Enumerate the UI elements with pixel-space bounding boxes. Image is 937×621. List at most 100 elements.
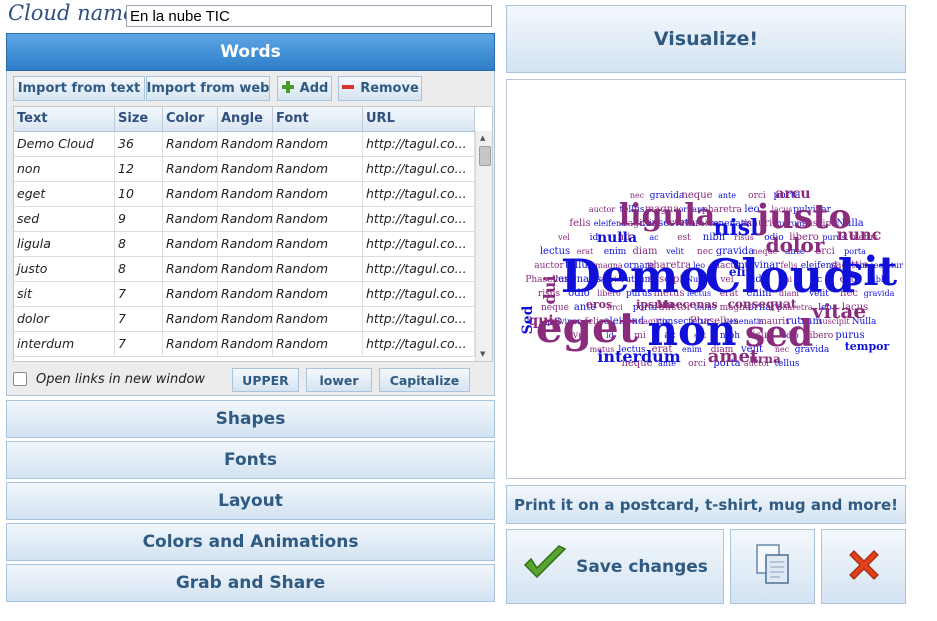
table-cell[interactable]: Random [273, 132, 363, 156]
table-cell[interactable]: Random [273, 257, 363, 281]
table-row[interactable]: sed 9 Random Random Random http://tagul.co... [14, 207, 475, 232]
table-cell[interactable]: non [14, 157, 115, 181]
visualize-button[interactable]: Visualize! [506, 5, 906, 73]
shapes-panel-header[interactable]: Shapes [6, 400, 495, 438]
table-cell[interactable]: 12 [115, 157, 163, 181]
copy-button[interactable] [730, 529, 815, 604]
import-from-text-button[interactable]: Import from text [13, 76, 145, 101]
table-row[interactable]: dolor 7 Random Random Random http://tagul.co.… [14, 307, 475, 332]
table-cell[interactable]: justo [14, 257, 115, 281]
cloud-word: nisl [713, 215, 758, 241]
table-cell[interactable]: http://tagul.co... [363, 307, 475, 331]
table-row[interactable]: sit 7 Random Random Random http://tagul.co... [14, 282, 475, 307]
cloud-word: tempor [845, 340, 890, 353]
table-cell[interactable]: Random [273, 232, 363, 256]
column-header[interactable]: Text [14, 107, 115, 131]
words-panel-header[interactable]: Words [6, 33, 495, 71]
colors-animations-panel-header[interactable]: Colors and Animations [6, 523, 495, 561]
add-button[interactable]: Add [277, 76, 332, 101]
table-cell[interactable]: Random [218, 332, 273, 356]
table-cell[interactable]: 10 [115, 182, 163, 206]
table-cell[interactable]: Random [273, 307, 363, 331]
table-cell[interactable]: Random [273, 182, 363, 206]
table-cell[interactable]: Random [163, 232, 218, 256]
remove-button[interactable]: Remove [338, 76, 422, 101]
table-cell[interactable]: 7 [115, 282, 163, 306]
table-cell[interactable]: Random [273, 157, 363, 181]
table-cell[interactable]: eget [14, 182, 115, 206]
table-cell[interactable]: Random [163, 207, 218, 231]
word-cloud-image[interactable]: nec gravidaneque ante orci portaauctor tellus… [507, 80, 905, 478]
table-cell[interactable]: Random [163, 307, 218, 331]
table-cell[interactable]: Random [163, 157, 218, 181]
cloud-word: nulla [597, 230, 637, 246]
table-cell[interactable]: 8 [115, 232, 163, 256]
table-scrollbar[interactable]: ▲ ▼ [475, 131, 492, 361]
table-row[interactable]: interdum 7 Random Random Random http://tagul.… [14, 332, 475, 357]
table-row[interactable]: ligula 8 Random Random Random http://tagul.co… [14, 232, 475, 257]
table-cell[interactable]: Random [163, 182, 218, 206]
table-cell[interactable]: http://tagul.co... [363, 132, 475, 156]
table-row[interactable]: justo 8 Random Random Random http://tagul.co.… [14, 257, 475, 282]
table-cell[interactable]: Random [273, 282, 363, 306]
column-header[interactable]: URL [363, 107, 475, 131]
table-row[interactable]: Demo Cloud 36 Random Random Random http://tag… [14, 132, 475, 157]
table-cell[interactable]: http://tagul.co... [363, 207, 475, 231]
table-cell[interactable]: Random [218, 282, 273, 306]
table-cell[interactable]: http://tagul.co... [363, 282, 475, 306]
table-cell[interactable]: Random [218, 307, 273, 331]
table-cell[interactable]: Random [273, 332, 363, 356]
grab-and-share-panel-header[interactable]: Grab and Share [6, 564, 495, 602]
scroll-down-icon[interactable]: ▼ [480, 350, 485, 358]
table-cell[interactable]: http://tagul.co... [363, 332, 475, 356]
table-cell[interactable]: sed [14, 207, 115, 231]
capitalize-button[interactable]: Capitalize [379, 368, 470, 392]
table-cell[interactable]: http://tagul.co... [363, 257, 475, 281]
table-cell[interactable]: 36 [115, 132, 163, 156]
table-cell[interactable]: http://tagul.co... [363, 157, 475, 181]
table-cell[interactable]: 9 [115, 207, 163, 231]
table-row[interactable]: non 12 Random Random Random http://tagul.co..… [14, 157, 475, 182]
column-header[interactable]: Color [163, 107, 218, 131]
table-cell[interactable]: Random [273, 207, 363, 231]
table-cell[interactable]: ligula [14, 232, 115, 256]
table-cell[interactable]: 7 [115, 332, 163, 356]
table-cell[interactable]: interdum [14, 332, 115, 356]
cloud-word: ipsum [636, 298, 674, 311]
delete-button[interactable] [821, 529, 906, 604]
table-cell[interactable]: Random [218, 257, 273, 281]
table-cell[interactable]: sit [14, 282, 115, 306]
table-cell[interactable]: dolor [14, 307, 115, 331]
table-cell[interactable]: Random [218, 132, 273, 156]
upper-button[interactable]: UPPER [232, 368, 299, 392]
table-cell[interactable]: Random [218, 157, 273, 181]
table-cell[interactable]: Random [163, 132, 218, 156]
print-merch-button[interactable]: Print it on a postcard, t-shirt, mug and… [506, 485, 906, 524]
open-links-checkbox[interactable] [13, 372, 27, 386]
table-cell[interactable]: Random [218, 232, 273, 256]
table-cell[interactable]: Random [163, 332, 218, 356]
table-row[interactable]: eget 10 Random Random Random http://tagul.co.… [14, 182, 475, 207]
cloud-name-input[interactable] [126, 5, 492, 27]
scroll-thumb[interactable] [479, 146, 491, 166]
fonts-panel-header[interactable]: Fonts [6, 441, 495, 479]
cloud-word: felis [569, 218, 590, 229]
scroll-up-icon[interactable]: ▲ [480, 134, 485, 142]
table-cell[interactable]: Random [218, 182, 273, 206]
cloud-preview[interactable]: nec gravida neque ante orci porta auctor tellus… [506, 79, 906, 479]
table-cell[interactable]: Demo Cloud [14, 132, 115, 156]
table-cell[interactable]: Random [218, 207, 273, 231]
column-header[interactable]: Size [115, 107, 163, 131]
table-cell[interactable]: 7 [115, 307, 163, 331]
table-cell[interactable]: Random [163, 257, 218, 281]
column-header[interactable]: Font [273, 107, 363, 131]
table-cell[interactable]: 8 [115, 257, 163, 281]
import-from-web-button[interactable]: Import from web [146, 76, 270, 101]
table-cell[interactable]: http://tagul.co... [363, 232, 475, 256]
table-cell[interactable]: http://tagul.co... [363, 182, 475, 206]
save-changes-button[interactable]: Save changes [506, 529, 724, 604]
column-header[interactable]: Angle [218, 107, 273, 131]
lower-button[interactable]: lower [306, 368, 372, 392]
layout-panel-header[interactable]: Layout [6, 482, 495, 520]
table-cell[interactable]: Random [163, 282, 218, 306]
